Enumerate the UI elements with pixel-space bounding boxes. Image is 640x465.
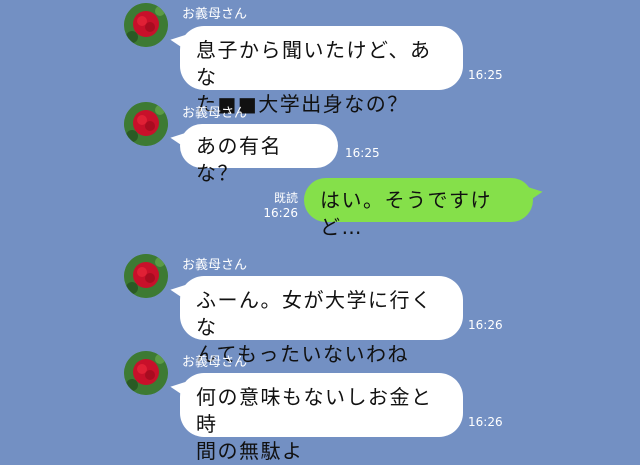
read-label: 既読 xyxy=(273,191,298,205)
read-status: 既読 16:26 xyxy=(262,191,298,221)
rose-icon xyxy=(124,351,168,395)
message-line: 息子から聞いたけど、あな xyxy=(196,38,432,89)
sender-name: お義母さん xyxy=(182,7,248,22)
avatar[interactable] xyxy=(124,3,168,47)
message-bubble[interactable]: 何の意味もないしお金と時 間の無駄よ xyxy=(180,373,463,463)
message-line: 何の意味もないしお金と時 xyxy=(196,385,433,436)
timestamp: 16:26 xyxy=(468,318,503,332)
message-line: あの有名な？ xyxy=(196,134,282,185)
rose-icon xyxy=(124,102,168,146)
sender-name: お義母さん xyxy=(182,258,248,273)
message-bubble[interactable]: あの有名な？ xyxy=(180,124,338,185)
sender-name: お義母さん xyxy=(182,355,248,370)
message-bubble[interactable]: 息子から聞いたけど、あな た■■大学出身なの？ xyxy=(180,26,463,116)
avatar[interactable] xyxy=(124,254,168,298)
timestamp: 16:25 xyxy=(345,146,380,160)
message-bubble[interactable]: ふーん。女が大学に行くな んてもったいないわね xyxy=(180,276,463,366)
timestamp: 16:25 xyxy=(468,68,503,82)
message-bubble[interactable]: はい。そうですけど… xyxy=(304,178,533,239)
rose-icon xyxy=(124,254,168,298)
message-line: 間の無駄よ xyxy=(196,439,304,463)
avatar[interactable] xyxy=(124,102,168,146)
avatar[interactable] xyxy=(124,351,168,395)
sender-name: お義母さん xyxy=(182,106,248,121)
rose-icon xyxy=(124,3,168,47)
message-line: ふーん。女が大学に行くな xyxy=(196,288,433,339)
message-line: はい。そうですけど… xyxy=(320,188,492,239)
chat-log[interactable]: お義母さん 息子から聞いたけど、あな た■■大学出身なの？ 16:25 お義母さ… xyxy=(0,0,640,463)
timestamp: 16:26 xyxy=(263,206,298,220)
timestamp: 16:26 xyxy=(468,415,503,429)
